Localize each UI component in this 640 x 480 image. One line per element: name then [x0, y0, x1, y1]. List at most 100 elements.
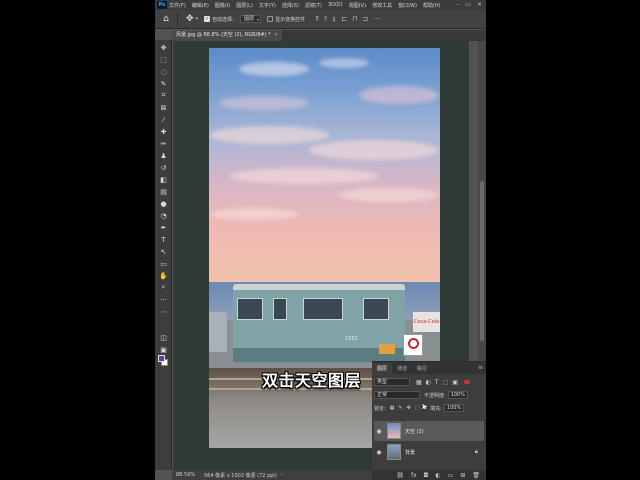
menu-window[interactable]: 窗口(W) [398, 2, 417, 9]
layer-style-icon[interactable]: fx [411, 472, 417, 479]
tab-channels[interactable]: 通道 [392, 363, 412, 374]
hand-tool-icon[interactable]: ✋ [155, 270, 172, 281]
zoom-tool-icon[interactable]: ⌕ [155, 282, 172, 293]
move-tool-icon[interactable]: ✥ [186, 14, 194, 24]
adjustment-layer-icon[interactable]: ◐ [435, 472, 440, 479]
tab-layers[interactable]: 图层 [372, 363, 393, 374]
healing-brush-icon[interactable]: ✚ [155, 126, 172, 137]
brush-tool-icon[interactable]: ✏ [155, 138, 172, 149]
history-brush-icon[interactable]: ↺ [155, 162, 172, 173]
chevron-right-icon[interactable]: › [281, 472, 283, 478]
foreground-color-swatch[interactable] [158, 355, 165, 362]
document-tab-title: 风景.jpg @ 88.8% (天空 (2), RGB/8#) * [176, 32, 271, 38]
menu-3d[interactable]: 3D(D) [328, 2, 343, 8]
pen-tool-icon[interactable]: ✒ [155, 222, 172, 233]
maximize-icon[interactable]: ▭ [465, 1, 471, 8]
menu-layer[interactable]: 图层(L) [236, 2, 253, 9]
home-icon[interactable]: ⌂ [159, 12, 173, 26]
path-select-tool-icon[interactable]: ↖ [155, 246, 172, 257]
vertical-scrollbar[interactable] [478, 41, 486, 361]
eyedropper-tool-icon[interactable]: ⁄ [155, 114, 172, 125]
menu-plugins[interactable]: 增效工具 [372, 2, 392, 9]
filter-toggle[interactable] [463, 380, 470, 384]
shape-filter-icon[interactable]: ⬚ [443, 379, 449, 386]
menu-select[interactable]: 选择(S) [282, 2, 299, 9]
new-group-icon[interactable]: ▭ [448, 472, 454, 479]
blend-mode-dropdown[interactable]: 正常 [374, 391, 420, 399]
align-right-icon[interactable]: ⊐ [362, 15, 368, 24]
layers-panel-footer: ⛓ fx ◘ ◐ ▭ ⊞ 🗑︎ [372, 470, 486, 480]
fill-label: 填充: [430, 405, 442, 412]
align-bottom-icon[interactable]: ⫫ [332, 15, 336, 24]
menu-file[interactable]: 文件(F) [169, 2, 186, 9]
menu-type[interactable]: 文字(Y) [259, 2, 276, 9]
link-layers-icon[interactable]: ⛓ [396, 472, 404, 479]
shape-tool-icon[interactable]: ▭ [155, 258, 172, 269]
opacity-input[interactable]: 100% [447, 391, 468, 399]
adjustment-filter-icon[interactable]: ◐ [426, 379, 431, 386]
document-dimensions: 564 像素 x 1002 像素 (72 ppi) [204, 472, 277, 479]
pixel-filter-icon[interactable]: ▦ [416, 379, 422, 386]
zoom-level[interactable]: 88.59% [176, 472, 200, 478]
screen-mode-icon[interactable]: ▣ [155, 344, 172, 355]
frame-tool-icon[interactable]: ⊠ [155, 102, 172, 113]
align-left-icon[interactable]: ⊏ [341, 15, 347, 24]
lock-transparent-icon[interactable]: ▦ [390, 405, 395, 411]
more-tools-icon[interactable]: ··· [155, 294, 172, 305]
menu-view[interactable]: 视图(V) [349, 2, 366, 9]
menu-image[interactable]: 图像(I) [215, 2, 230, 9]
quick-select-tool-icon[interactable]: ✎ [155, 78, 172, 89]
add-mask-icon[interactable]: ◘ [424, 472, 429, 479]
clone-stamp-icon[interactable]: ♟ [155, 150, 172, 161]
marquee-tool-icon[interactable]: ⬚ [155, 54, 172, 65]
crop-tool-icon[interactable]: ⌗ [155, 90, 172, 101]
lock-artboard-icon[interactable]: ⬚ [415, 405, 420, 411]
new-layer-icon[interactable]: ⊞ [460, 472, 465, 479]
lock-image-icon[interactable]: ✎ [398, 405, 402, 411]
blur-tool-icon[interactable]: ● [155, 198, 172, 209]
eraser-tool-icon[interactable]: ◧ [155, 174, 172, 185]
menu-edit[interactable]: 编辑(E) [192, 2, 209, 9]
cloud [209, 208, 299, 220]
visibility-eye-icon[interactable]: ◉ [374, 449, 384, 456]
filter-kind-dropdown[interactable]: 类型 [374, 378, 410, 386]
tab-paths[interactable]: 路径 [412, 363, 432, 374]
close-tab-icon[interactable]: × [274, 32, 278, 38]
layer-row-sky[interactable]: ◉ 天空 (2) [374, 421, 484, 441]
show-transform-label: 显示变换控件 [275, 16, 306, 23]
delete-layer-icon[interactable]: 🗑︎ [472, 472, 480, 479]
fill-input[interactable]: 100% [443, 404, 465, 412]
lasso-tool-icon[interactable]: ◌ [155, 66, 172, 77]
chevron-down-icon[interactable]: ▾ [196, 16, 199, 22]
align-middle-icon[interactable]: ⫯ [324, 15, 327, 24]
panel-menu-icon[interactable]: ≡ [478, 364, 483, 371]
more-options-icon[interactable]: ··· [373, 15, 380, 24]
auto-select-checkbox[interactable]: ✓ [204, 16, 211, 22]
opacity-label: 不透明度: [424, 392, 446, 399]
visibility-eye-icon[interactable]: ◉ [374, 428, 384, 435]
auto-select-target-dropdown[interactable]: 图层 [240, 15, 262, 23]
move-tool-icon[interactable]: ✥ [155, 42, 172, 53]
align-top-icon[interactable]: ⫪ [315, 15, 319, 24]
layer-row-background[interactable]: ◉ 背景 🔒︎ [374, 442, 484, 462]
edit-toolbar-icon[interactable]: ⋯ [155, 306, 172, 317]
type-filter-icon[interactable]: T [435, 379, 439, 386]
lock-position-icon[interactable]: ✥ [407, 405, 411, 411]
train-window [303, 298, 343, 320]
scroll-thumb[interactable] [480, 181, 484, 341]
quick-mask-icon[interactable]: ◫ [155, 332, 172, 343]
type-tool-icon[interactable]: T [155, 234, 172, 245]
cloud [309, 140, 439, 160]
show-transform-checkbox[interactable] [267, 16, 274, 22]
mouse-cursor-icon: ➤ [421, 402, 428, 411]
gradient-tool-icon[interactable]: ▤ [155, 186, 172, 197]
minimize-icon[interactable]: – [456, 1, 459, 8]
document-tab[interactable]: 风景.jpg @ 88.8% (天空 (2), RGB/8#) * × [172, 30, 282, 41]
align-center-icon[interactable]: ⊓ [352, 15, 357, 24]
dodge-tool-icon[interactable]: ◔ [155, 210, 172, 221]
close-icon[interactable]: ✕ [477, 1, 482, 8]
smart-object-filter-icon[interactable]: ▣ [452, 379, 458, 386]
menu-help[interactable]: 帮助(H) [423, 2, 441, 9]
menu-filter[interactable]: 滤镜(T) [305, 2, 322, 9]
layer-thumbnail [387, 444, 401, 460]
